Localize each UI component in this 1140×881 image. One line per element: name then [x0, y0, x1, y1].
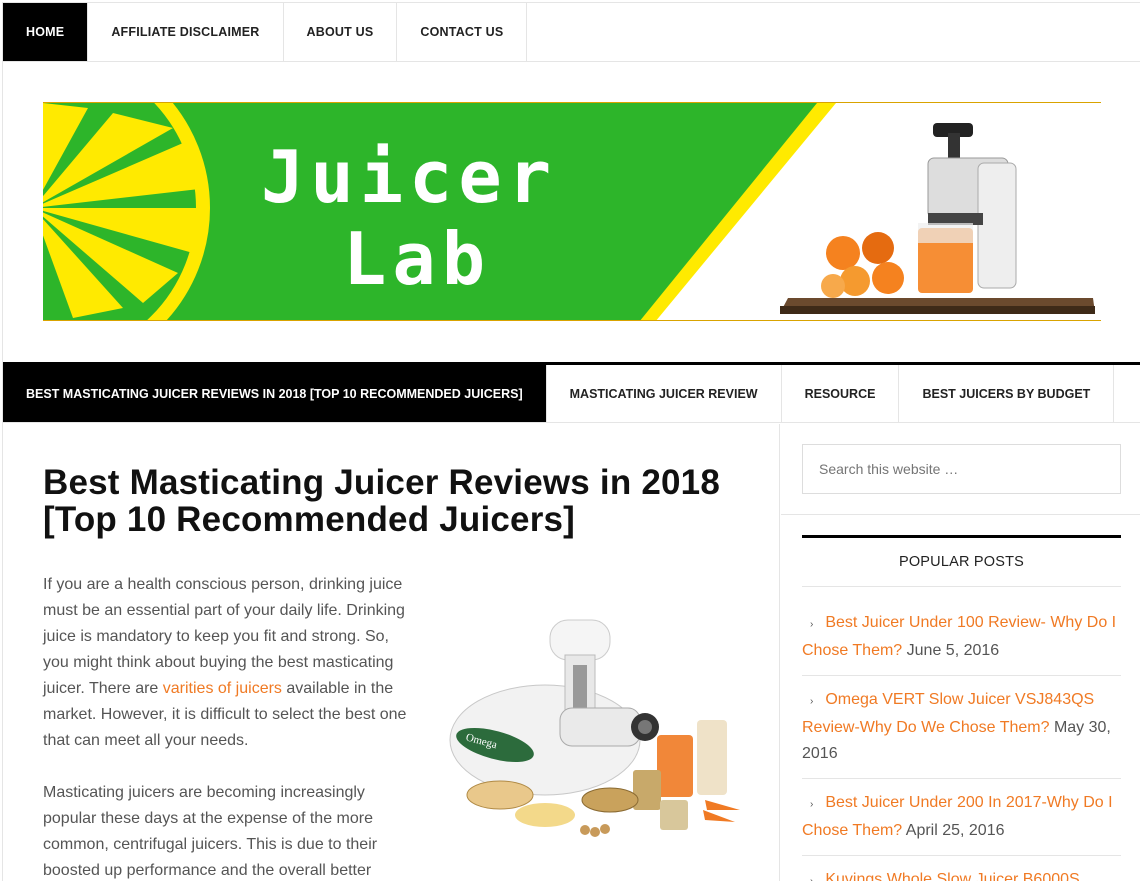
- popular-post-item: › Kuvings Whole Slow Juicer B6000S: [802, 867, 1122, 881]
- subnav-resource[interactable]: RESOURCE: [782, 365, 900, 422]
- post-divider: [802, 855, 1121, 856]
- popular-post-date: April 25, 2016: [905, 822, 1005, 839]
- logo-word-juicer: Juicer: [261, 135, 558, 219]
- nav-affiliate-disclaimer[interactable]: AFFILIATE DISCLAIMER: [88, 3, 284, 61]
- chevron-right-icon: ›: [810, 799, 814, 810]
- post-divider: [802, 675, 1121, 676]
- article-title-line2: [Top 10 Recommended Juicers]: [43, 500, 576, 539]
- banner-graphic: [43, 103, 1095, 320]
- post-divider: [802, 778, 1121, 779]
- product-image[interactable]: Omega: [435, 610, 745, 842]
- article-title: Best Masticating Juicer Reviews in 2018 …: [43, 464, 743, 538]
- paragraph-1-text-start: If you are a health conscious person, dr…: [43, 576, 405, 697]
- subnav-masticating-juicer-review[interactable]: MASTICATING JUICER REVIEW: [547, 365, 782, 422]
- nav-contact-us[interactable]: CONTACT US: [397, 3, 528, 61]
- nav-home[interactable]: HOME: [3, 3, 89, 61]
- sidebar-divider: [781, 514, 1140, 515]
- popular-post-date: June 5, 2016: [906, 642, 1000, 659]
- main-content: Best Masticating Juicer Reviews in 2018 …: [3, 424, 780, 881]
- site-logo-banner[interactable]: Juicer Lab: [43, 102, 1101, 321]
- juicer-illustration: [780, 123, 1095, 314]
- popular-post-link[interactable]: Omega VERT Slow Juicer VSJ843QS Review-W…: [802, 691, 1094, 736]
- popular-post-link[interactable]: Kuvings Whole Slow Juicer B6000S: [825, 871, 1079, 881]
- popular-post-item: › Omega VERT Slow Juicer VSJ843QS Review-…: [802, 687, 1122, 767]
- popular-post-item: › Best Juicer Under 100 Review- Why Do I …: [802, 610, 1122, 664]
- popular-post-item: › Best Juicer Under 200 In 2017-Why Do I …: [802, 790, 1122, 844]
- search-input[interactable]: [802, 444, 1121, 494]
- varieties-of-juicers-link[interactable]: varities of juicers: [163, 680, 282, 697]
- article-paragraph-1: If you are a health conscious person, dr…: [43, 572, 413, 754]
- top-navigation: HOME AFFILIATE DISCLAIMER ABOUT US CONTA…: [3, 3, 1140, 62]
- chevron-right-icon: ›: [810, 876, 813, 881]
- article-paragraph-2: Masticating juicers are becoming increas…: [43, 784, 378, 879]
- logo-word-lab: Lab: [343, 217, 492, 301]
- subnav-best-juicers-by-budget[interactable]: BEST JUICERS BY BUDGET: [899, 365, 1115, 422]
- article-title-line1: Best Masticating Juicer Reviews in 2018: [43, 463, 720, 502]
- popular-posts-title: POPULAR POSTS: [802, 535, 1121, 587]
- secondary-navigation: BEST MASTICATING JUICER REVIEWS IN 2018 …: [3, 362, 1140, 423]
- subnav-best-masticating-juicer[interactable]: BEST MASTICATING JUICER REVIEWS IN 2018 …: [3, 365, 547, 422]
- chevron-right-icon: ›: [810, 696, 814, 707]
- nav-about-us[interactable]: ABOUT US: [284, 3, 398, 61]
- chevron-right-icon: ›: [810, 619, 814, 630]
